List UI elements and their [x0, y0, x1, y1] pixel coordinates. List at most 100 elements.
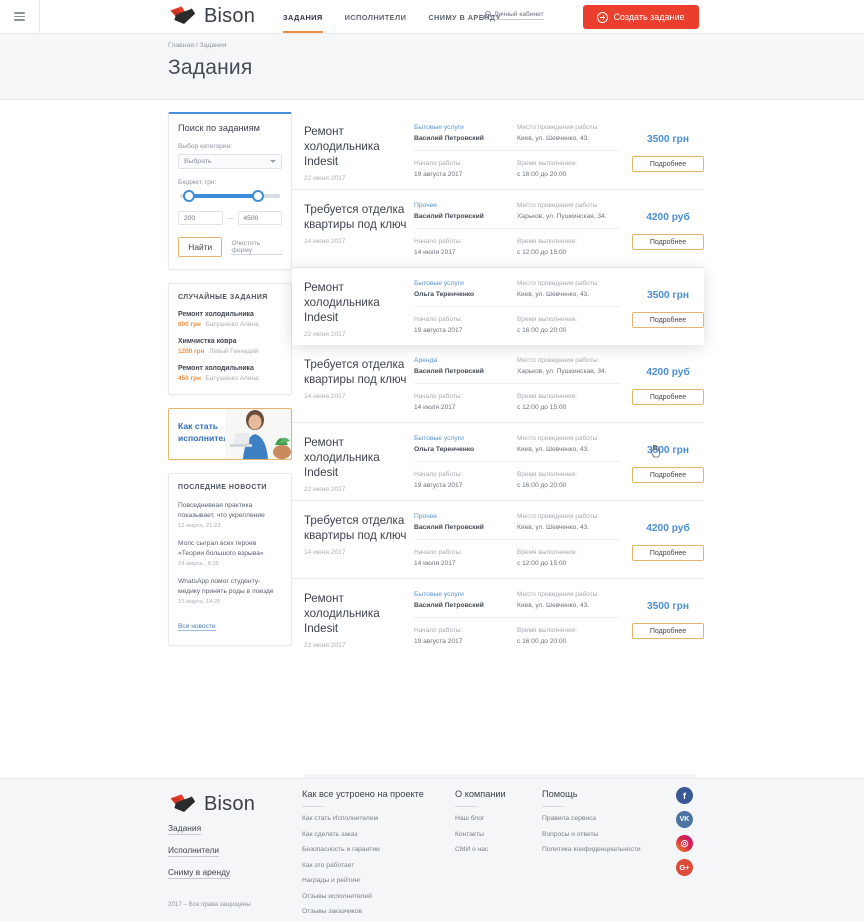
task-details-button[interactable]: Подробнее: [632, 156, 704, 172]
footer-link[interactable]: Вопросы и ответы: [542, 831, 672, 838]
task-details-button[interactable]: Подробнее: [632, 623, 704, 639]
footer-link[interactable]: Отзывы исполнителей: [302, 893, 442, 900]
task-details-button[interactable]: Подробнее: [632, 545, 704, 561]
news-item[interactable]: WhatsApp помог студенту-медику принять р…: [178, 577, 282, 605]
task-title[interactable]: Требуется отделка квартиры под ключ: [304, 357, 412, 387]
task-details-button[interactable]: Подробнее: [632, 467, 704, 483]
personal-cabinet-label: Личный кабинет: [494, 11, 544, 20]
footer-nav-snimu-v-arendu[interactable]: Сниму в аренду: [168, 867, 231, 879]
task-list: Ремонт холодильника Indesit 22 июня 2017…: [292, 112, 704, 656]
footer-link[interactable]: Как сделать заказ: [302, 831, 442, 838]
news-item[interactable]: Мопс сыграл всех героев «Теории большого…: [178, 539, 282, 567]
task-card[interactable]: Ремонт холодильника Indesit 22 июня 2017…: [292, 423, 704, 501]
footer-link[interactable]: Правила сервиса: [542, 815, 672, 822]
task-title[interactable]: Ремонт холодильника Indesit: [304, 124, 412, 169]
task-card[interactable]: Требуется отделка квартиры под ключ 14 и…: [292, 501, 704, 579]
task-details-button[interactable]: Подробнее: [632, 389, 704, 405]
footer-link[interactable]: Как это работает: [302, 862, 442, 869]
task-start-label: Начало работы:: [414, 160, 463, 167]
personal-cabinet-link[interactable]: Личный кабинет: [483, 11, 544, 20]
task-title[interactable]: Ремонт холодильника Indesit: [304, 280, 412, 325]
nav-item-zadaniya[interactable]: ЗАДАНИЯ: [283, 2, 323, 33]
create-task-button[interactable]: Создать задание: [583, 5, 699, 29]
range-dash: —: [226, 214, 234, 222]
task-category[interactable]: Аренда: [414, 357, 517, 364]
footer-nav-ispolniteli[interactable]: Исполнители: [168, 845, 220, 857]
footer-link[interactable]: Безопасность и гарантии: [302, 846, 442, 853]
task-card-details: Прочее Василий Петровский Место проведен…: [414, 202, 620, 256]
nav-item-ispolniteli[interactable]: ИСПОЛНИТЕЛИ: [345, 2, 407, 33]
task-price: 4200 руб: [646, 212, 690, 223]
random-task-author: Батушенко Алина: [205, 321, 259, 328]
task-card[interactable]: Ремонт холодильника Indesit 22 июня 2017…: [292, 112, 704, 190]
task-title[interactable]: Ремонт холодильника Indesit: [304, 435, 412, 480]
mouse-cursor-pointer: [650, 444, 661, 458]
task-start-label: Начало работы:: [414, 316, 463, 323]
task-category[interactable]: Бытовые услуги: [414, 280, 517, 287]
task-card[interactable]: Требуется отделка квартиры под ключ 14 и…: [292, 190, 704, 268]
budget-max-input[interactable]: 4500: [237, 211, 282, 225]
random-task-item[interactable]: Ремонт холодильника 450 грн Батушенко Ал…: [178, 365, 282, 382]
footer-logo[interactable]: Bison: [168, 791, 255, 817]
task-details-button[interactable]: Подробнее: [632, 312, 704, 328]
random-task-meta: 450 грн Батушенко Алина: [178, 375, 282, 382]
budget-range-slider[interactable]: [180, 190, 280, 202]
become-performer-promo-banner[interactable]: Как стать исполнителем?: [168, 408, 292, 460]
hamburger-menu-button[interactable]: [0, 0, 40, 34]
vk-icon[interactable]: VK: [676, 811, 693, 828]
task-category[interactable]: Бытовые услуги: [414, 435, 517, 442]
budget-inputs: 200 — 4500: [178, 211, 282, 225]
task-customer: Василий Петровский: [414, 602, 484, 609]
task-category[interactable]: Прочее: [414, 202, 517, 209]
task-category[interactable]: Бытовые услуги: [414, 124, 517, 131]
task-customer: Василий Петровский: [414, 135, 484, 142]
instagram-icon[interactable]: ◎: [676, 835, 693, 852]
task-title[interactable]: Ремонт холодильника Indesit: [304, 591, 412, 636]
task-category[interactable]: Прочее: [414, 513, 517, 520]
site-footer: Bison Задания Исполнители Сниму в аренду…: [0, 778, 864, 921]
footer-link[interactable]: Как стать Исполнителем: [302, 815, 442, 822]
facebook-icon[interactable]: f: [676, 787, 693, 804]
random-task-item[interactable]: Химчистка ковра 1200 грн Левый Геннадий: [178, 338, 282, 355]
task-card-hovered[interactable]: Ремонт холодильника Indesit 22 июня 2017…: [292, 268, 704, 345]
task-category[interactable]: Бытовые услуги: [414, 591, 517, 598]
footer-link[interactable]: Политика конфиденциальности: [542, 846, 672, 853]
find-button[interactable]: Найти: [178, 237, 223, 257]
footer-link[interactable]: Наш блог: [455, 815, 535, 822]
task-customer: Василий Петровский: [414, 213, 484, 220]
task-price: 3500 грн: [646, 290, 690, 301]
slider-handle-min[interactable]: [183, 190, 195, 202]
task-duration-value: с 12:00 до 15:00: [517, 404, 567, 411]
task-title[interactable]: Требуется отделка квартиры под ключ: [304, 513, 412, 543]
task-start-value: 14 июля 2017: [414, 249, 456, 256]
random-task-name: Ремонт холодильника: [178, 365, 254, 372]
footer-link[interactable]: Отзывы заказчиков: [302, 908, 442, 915]
task-card[interactable]: Требуется отделка квартиры под ключ 14 и…: [292, 345, 704, 423]
task-place-value: Харьков, ул. Пушкинская, 34.: [517, 368, 607, 375]
footer-link[interactable]: Награды и рейтинг: [302, 877, 442, 884]
task-start-value: 19 августа 2017: [414, 327, 463, 334]
random-task-item[interactable]: Ремонт холодильника 600 грн Батушенко Ал…: [178, 311, 282, 328]
task-place-value: Киев, ул. Шевченко, 43.: [517, 446, 590, 453]
footer-link[interactable]: Контакты: [455, 831, 535, 838]
site-logo[interactable]: Bison: [168, 3, 255, 29]
news-date: 12 марта, 21:23: [178, 523, 221, 529]
google-plus-icon[interactable]: G+: [676, 859, 693, 876]
task-details-button[interactable]: Подробнее: [632, 234, 704, 250]
budget-min-input[interactable]: 200: [178, 211, 223, 225]
task-title[interactable]: Требуется отделка квартиры под ключ: [304, 202, 412, 232]
task-card[interactable]: Ремонт холодильника Indesit 22 июня 2017…: [292, 579, 704, 656]
all-news-link[interactable]: Все новости: [178, 623, 216, 631]
news-item[interactable]: Повседневная практика показывает, что ук…: [178, 501, 282, 529]
breadcrumb[interactable]: Главная / Задания: [168, 42, 864, 49]
footer-link[interactable]: СМИ о нас: [455, 846, 535, 853]
footer-nav-zadaniya[interactable]: Задания: [168, 823, 202, 835]
clear-form-link[interactable]: Очистить форму: [231, 240, 282, 255]
category-select-value: Выбрать: [184, 158, 212, 165]
slider-handle-max[interactable]: [252, 190, 264, 202]
news-title: WhatsApp помог студенту-медику принять р…: [178, 578, 274, 595]
footer-logo-text: Bison: [204, 792, 256, 815]
category-select[interactable]: Выбрать: [178, 154, 282, 169]
task-card-left: Ремонт холодильника Indesit 22 июня 2017: [304, 124, 412, 182]
footer-column-heading: О компании: [455, 789, 506, 799]
